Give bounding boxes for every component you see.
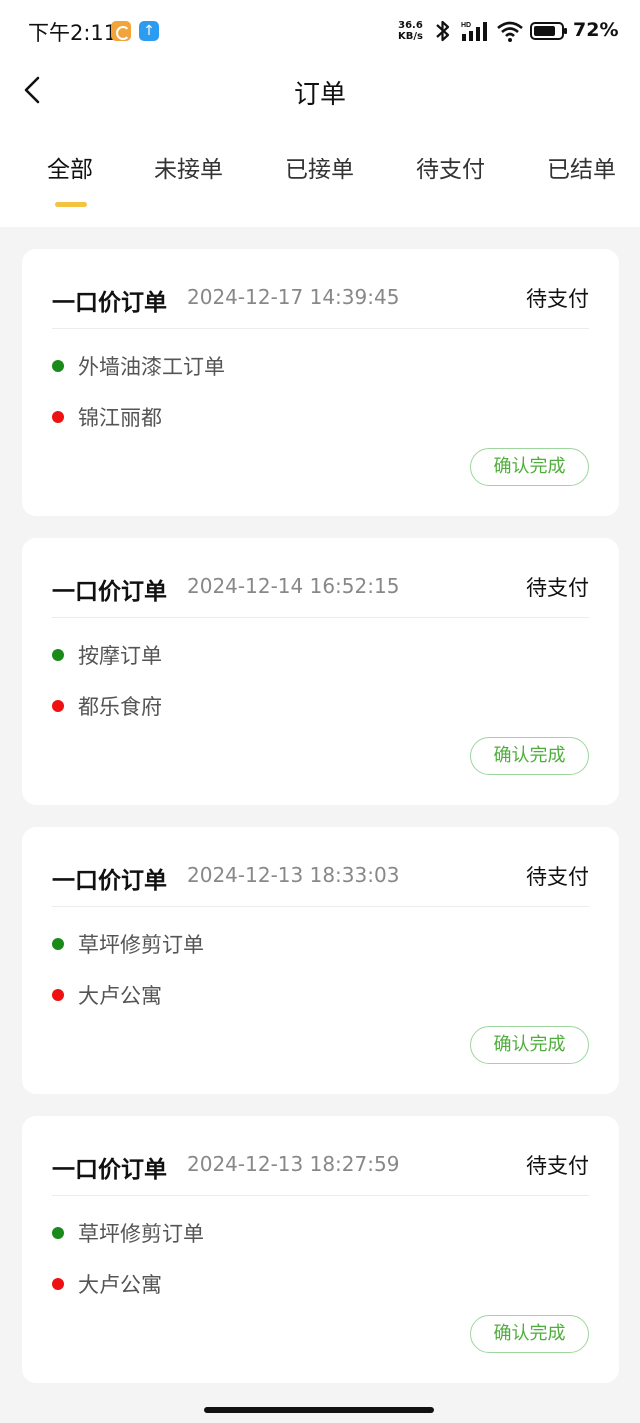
service-dot-icon [52, 938, 64, 950]
confirm-complete-button[interactable]: 确认完成 [470, 1315, 589, 1353]
order-card[interactable]: 一口价订单 2024-12-17 14:39:45 待支付 外墙油漆工订单 锦江… [22, 249, 619, 516]
battery-icon [530, 22, 567, 40]
tab-not-accepted[interactable]: 未接单 [154, 150, 223, 184]
card-divider [52, 906, 589, 907]
card-divider [52, 617, 589, 618]
tab-pending-payment[interactable]: 待支付 [416, 150, 485, 184]
network-speed: 36.6 KB/s [398, 20, 423, 42]
location-dot-icon [52, 1278, 64, 1290]
wifi-icon [497, 21, 523, 42]
order-status: 待支付 [526, 576, 589, 600]
confirm-complete-button[interactable]: 确认完成 [470, 737, 589, 775]
location-name: 大卢公寓 [78, 984, 162, 1008]
order-type: 一口价订单 [52, 1157, 167, 1183]
network-speed-value: 36.6 [398, 20, 423, 31]
order-time: 2024-12-17 14:39:45 [187, 285, 400, 309]
location-dot-icon [52, 411, 64, 423]
card-divider [52, 1195, 589, 1196]
location-name: 都乐食府 [78, 695, 162, 719]
service-dot-icon [52, 649, 64, 661]
tab-accepted[interactable]: 已接单 [285, 150, 354, 184]
order-tabs: 全部 未接单 已接单 待支付 已结单 [0, 150, 640, 212]
order-status: 待支付 [526, 865, 589, 889]
order-status: 待支付 [526, 287, 589, 311]
card-divider [52, 328, 589, 329]
app-notification-icon [111, 21, 131, 41]
service-name: 草坪修剪订单 [78, 933, 204, 957]
orders-screen: 下午2:11 ↑ 36.6 KB/s HD 72% 订单 全部 未接单 已接单 … [0, 0, 640, 1423]
service-name: 外墙油漆工订单 [78, 355, 225, 379]
order-type: 一口价订单 [52, 290, 167, 316]
order-status: 待支付 [526, 1154, 589, 1178]
location-name: 大卢公寓 [78, 1273, 162, 1297]
network-speed-unit: KB/s [398, 31, 423, 42]
header: 订单 [0, 62, 640, 122]
service-name: 按摩订单 [78, 644, 162, 668]
service-name: 草坪修剪订单 [78, 1222, 204, 1246]
tab-all[interactable]: 全部 [47, 150, 93, 184]
upload-icon: ↑ [139, 21, 159, 41]
signal-hd-label: HD [461, 22, 471, 29]
status-time: 下午2:11 [28, 21, 118, 45]
tab-completed[interactable]: 已结单 [547, 150, 616, 184]
order-card[interactable]: 一口价订单 2024-12-13 18:27:59 待支付 草坪修剪订单 大卢公… [22, 1116, 619, 1383]
location-dot-icon [52, 989, 64, 1001]
home-indicator[interactable] [204, 1407, 434, 1413]
location-dot-icon [52, 700, 64, 712]
order-card[interactable]: 一口价订单 2024-12-13 18:33:03 待支付 草坪修剪订单 大卢公… [22, 827, 619, 1094]
location-name: 锦江丽都 [78, 406, 162, 430]
bluetooth-icon [436, 20, 450, 42]
order-time: 2024-12-14 16:52:15 [187, 574, 400, 598]
service-dot-icon [52, 360, 64, 372]
confirm-complete-button[interactable]: 确认完成 [470, 1026, 589, 1064]
active-tab-indicator [55, 202, 87, 207]
order-time: 2024-12-13 18:33:03 [187, 863, 400, 887]
order-time: 2024-12-13 18:27:59 [187, 1152, 400, 1176]
battery-percentage: 72% [573, 19, 619, 41]
confirm-complete-button[interactable]: 确认完成 [470, 448, 589, 486]
status-bar: 下午2:11 ↑ 36.6 KB/s HD 72% [0, 0, 640, 62]
order-type: 一口价订单 [52, 868, 167, 894]
service-dot-icon [52, 1227, 64, 1239]
order-card[interactable]: 一口价订单 2024-12-14 16:52:15 待支付 按摩订单 都乐食府 … [22, 538, 619, 805]
page-title: 订单 [293, 80, 346, 110]
order-type: 一口价订单 [52, 579, 167, 605]
signal-icon: HD [461, 22, 487, 41]
